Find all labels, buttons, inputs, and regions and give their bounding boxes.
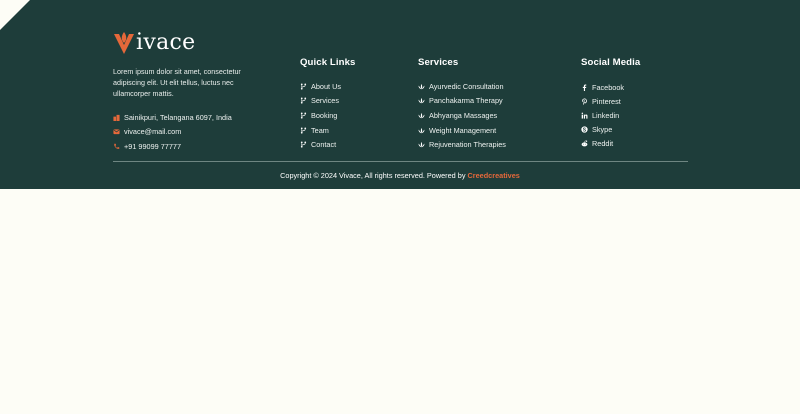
quick-links-heading: Quick Links (300, 57, 356, 68)
contact-address: Sainikpuri, Telangana 6097, India (113, 110, 232, 125)
social-label: Facebook (592, 83, 625, 93)
branch-icon (300, 127, 307, 134)
quick-link-label: Services (311, 96, 339, 106)
social-media-list: Facebook Pinterest Linkedin Skype Reddit (581, 81, 640, 150)
service-label: Rejuvenation Therapies (429, 140, 506, 150)
social-media-heading: Social Media (581, 57, 641, 68)
building-icon (113, 114, 120, 121)
social-link-skype[interactable]: Skype (581, 122, 640, 136)
services-list: Ayurvedic Consultation Panchakarma Thera… (418, 79, 506, 152)
quick-link-label: Contact (311, 140, 337, 150)
lotus-icon (418, 112, 425, 119)
social-media-column: Social Media Facebook Pinterest Linkedin… (581, 57, 640, 150)
branch-icon (300, 97, 307, 104)
service-ayurvedic-consultation[interactable]: Ayurvedic Consultation (418, 79, 506, 94)
service-label: Panchakarma Therapy (429, 96, 503, 106)
lotus-icon (418, 83, 425, 89)
social-link-pinterest[interactable]: Pinterest (581, 95, 640, 109)
social-label: Linkedin (592, 110, 620, 120)
contact-email[interactable]: vivace@mail.com (113, 125, 232, 140)
service-abhyanga-massages[interactable]: Abhyanga Massages (418, 108, 506, 123)
social-label: Skype (592, 124, 613, 134)
contact-email-text: vivace@mail.com (124, 127, 182, 137)
service-panchakarma-therapy[interactable]: Panchakarma Therapy (418, 94, 506, 109)
lotus-v-icon (114, 31, 134, 54)
about-text: Lorem ipsum dolor sit amet, consectetur … (113, 67, 241, 98)
linkedin-icon (581, 112, 588, 119)
services-column: Services Ayurvedic Consultation Panchaka… (418, 57, 506, 152)
skype-icon (581, 126, 588, 133)
quick-link-about[interactable]: About Us (300, 79, 355, 94)
social-link-linkedin[interactable]: Linkedin (581, 109, 640, 123)
quick-link-label: Booking (311, 110, 338, 120)
service-label: Ayurvedic Consultation (429, 81, 504, 91)
copyright-line: Copyright © 2024 Vivace, All rights rese… (0, 171, 800, 180)
quick-link-booking[interactable]: Booking (300, 108, 355, 123)
phone-icon (114, 143, 120, 149)
facebook-icon (582, 84, 587, 92)
branch-icon (300, 83, 307, 90)
contact-phone[interactable]: +91 99099 77777 (113, 139, 232, 154)
pinterest-icon (582, 98, 587, 105)
lotus-icon (418, 142, 425, 148)
contact-info: Sainikpuri, Telangana 6097, India vivace… (113, 110, 232, 154)
branch-icon (300, 112, 307, 119)
quick-link-services[interactable]: Services (300, 94, 355, 109)
envelope-icon (113, 129, 120, 135)
quick-links-list: About Us Services Booking Team Contact (300, 79, 355, 152)
contact-phone-text: +91 99099 77777 (124, 141, 182, 151)
social-link-reddit[interactable]: Reddit (581, 136, 640, 150)
contact-address-text: Sainikpuri, Telangana 6097, India (124, 112, 232, 122)
service-rejuvenation-therapies[interactable]: Rejuvenation Therapies (418, 137, 506, 152)
brand-name: ivace (136, 30, 196, 55)
service-label: Weight Management (429, 125, 497, 135)
quick-link-team[interactable]: Team (300, 123, 355, 138)
lotus-icon (418, 127, 425, 133)
copyright-text: Copyright © 2024 Vivace, All rights rese… (280, 171, 468, 180)
quick-link-contact[interactable]: Contact (300, 137, 355, 152)
social-label: Reddit (592, 138, 614, 148)
social-link-facebook[interactable]: Facebook (581, 81, 640, 95)
lotus-icon (418, 98, 425, 104)
site-footer: ivace Lorem ipsum dolor sit amet, consec… (0, 0, 800, 189)
corner-notch (0, 0, 30, 30)
quick-link-label: About Us (311, 81, 342, 91)
service-weight-management[interactable]: Weight Management (418, 123, 506, 138)
quick-link-label: Team (311, 125, 329, 135)
powered-by-link[interactable]: Creedcreatives (468, 171, 520, 180)
services-heading: Services (418, 57, 459, 68)
social-label: Pinterest (592, 97, 621, 107)
brand-logo[interactable]: ivace (113, 30, 195, 55)
footer-divider (113, 161, 688, 162)
branch-icon (300, 141, 307, 148)
reddit-icon (581, 140, 588, 146)
quick-links-column: Quick Links About Us Services Booking Te… (300, 57, 355, 152)
service-label: Abhyanga Massages (429, 110, 498, 120)
